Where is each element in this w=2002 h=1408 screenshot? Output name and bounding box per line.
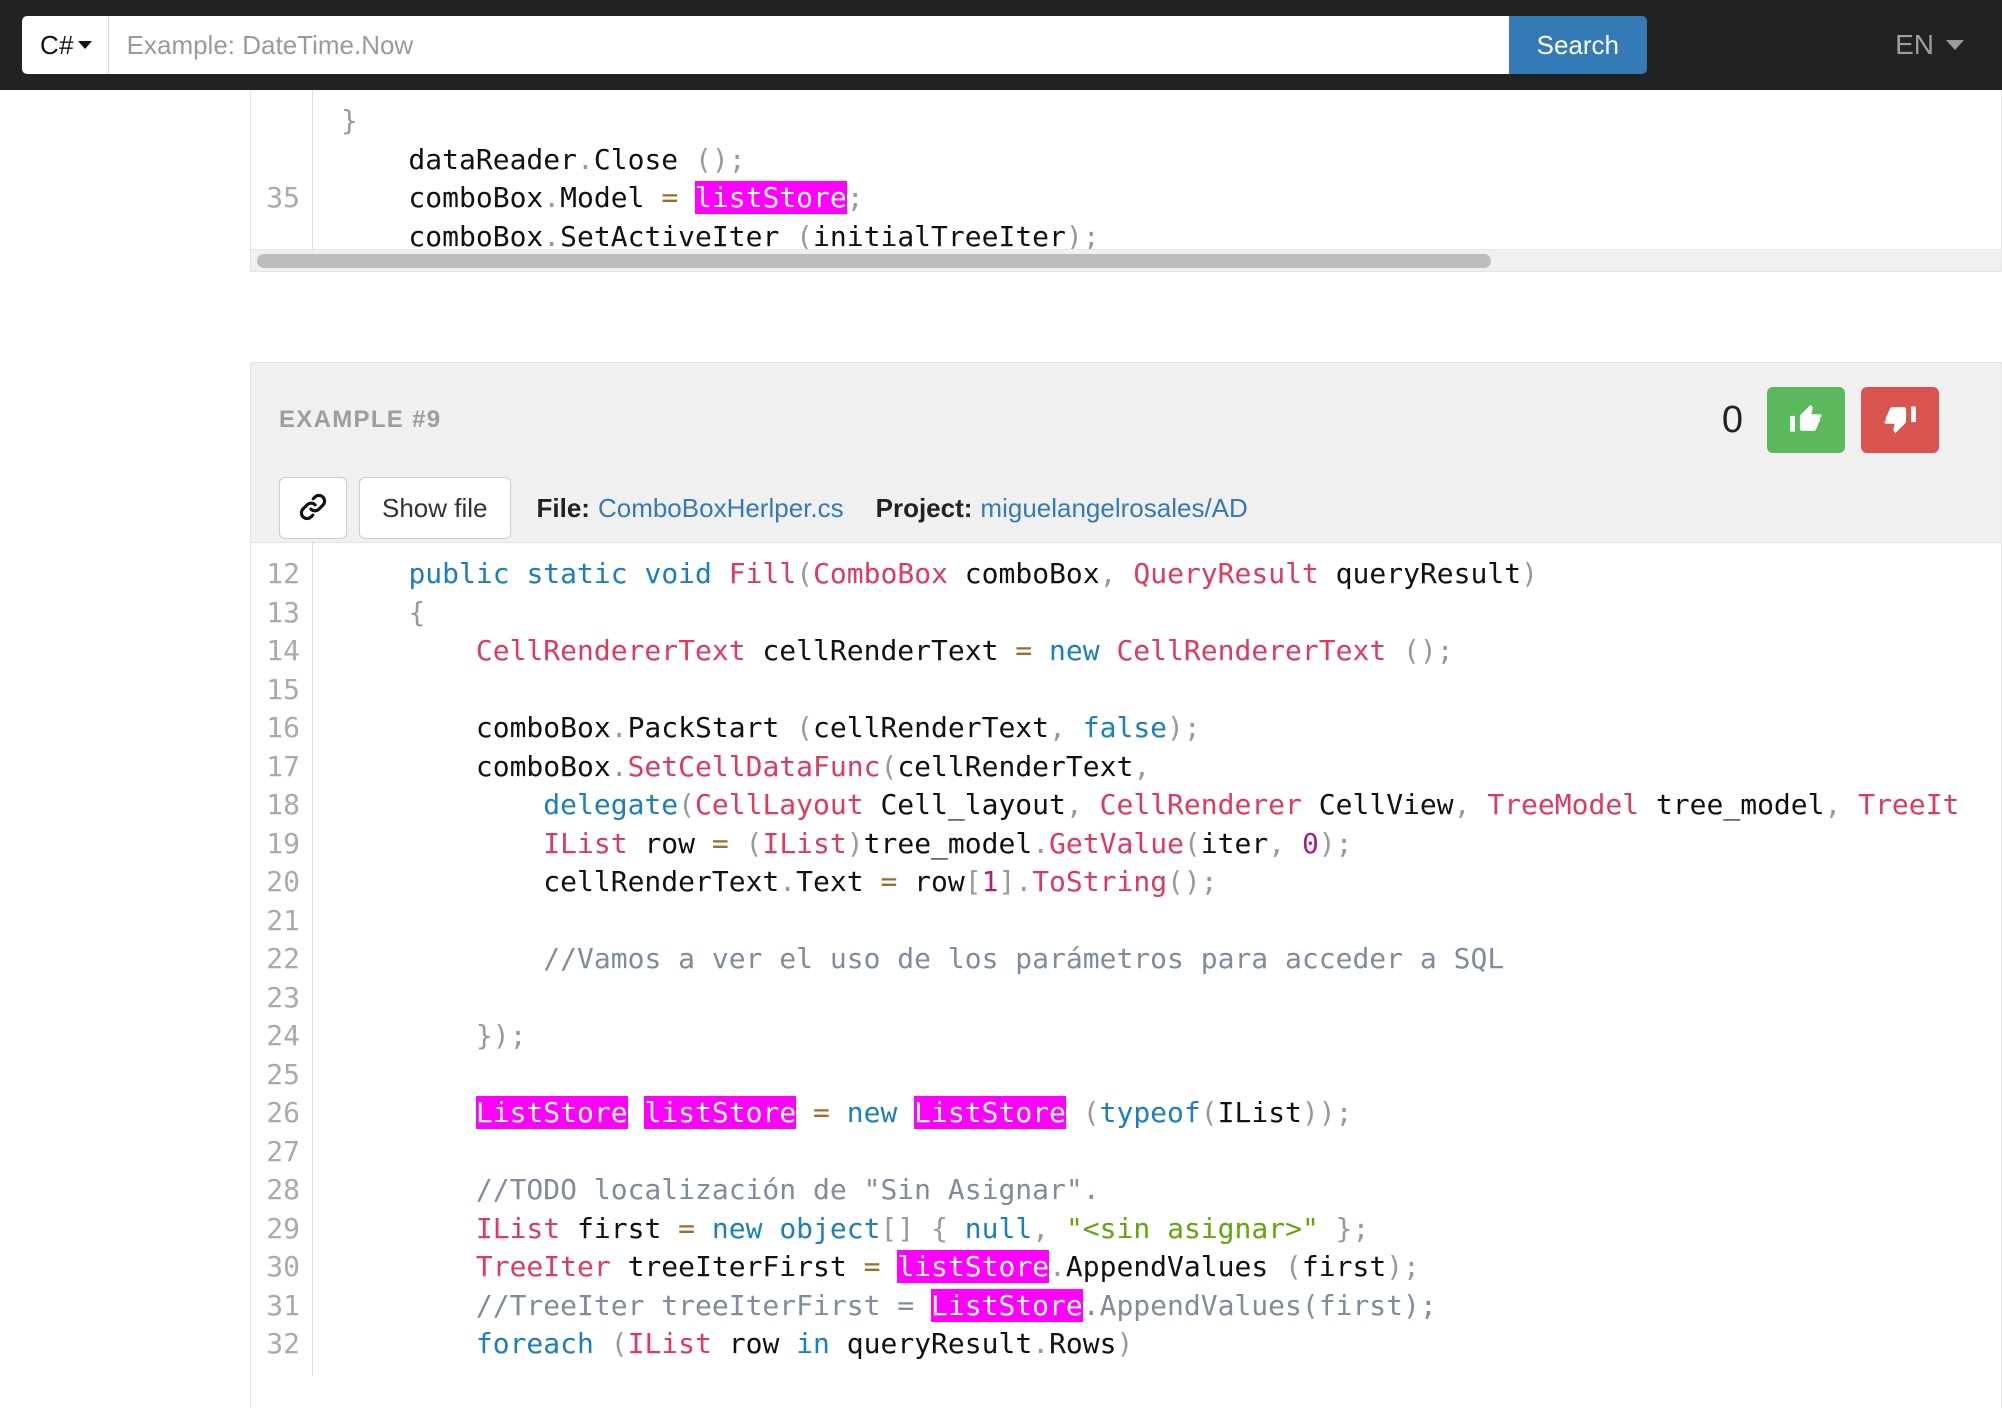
vote-area: 0 bbox=[1722, 387, 1973, 453]
chevron-down-icon bbox=[77, 41, 92, 49]
language-selector-label: C# bbox=[40, 29, 74, 60]
line-number: 21 bbox=[266, 903, 300, 937]
code-line: foreach (IList row in queryResult.Rows) bbox=[475, 1327, 1134, 1360]
top-navbar: C# Search EN bbox=[0, 0, 2002, 90]
search-input[interactable] bbox=[108, 16, 1509, 74]
line-number: 18 bbox=[266, 788, 300, 821]
line-number: 29 bbox=[266, 1211, 300, 1245]
code-line: }); bbox=[475, 1019, 527, 1052]
locale-label: EN bbox=[1895, 29, 1934, 60]
code-area: 35 36 37 38 } dataReader.Close (); combo… bbox=[251, 90, 2001, 271]
line-number: 27 bbox=[266, 1134, 300, 1168]
code-line: IList row = (IList)tree_model.GetValue(i… bbox=[543, 826, 1353, 860]
line-number: 14 bbox=[266, 634, 300, 667]
line-number: 24 bbox=[266, 1019, 300, 1052]
example-meta: File: ComboBoxHerlper.cs Project: miguel… bbox=[537, 493, 1280, 524]
code-line: public static void Fill(ComboBox comboBo… bbox=[408, 557, 1538, 590]
code-line: cellRenderText.Text = row[1].ToString(); bbox=[341, 865, 1218, 898]
code-line: comboBox.PackStart (cellRenderText, fals… bbox=[341, 711, 1201, 744]
locale-selector[interactable]: EN bbox=[1895, 29, 1980, 61]
line-number: 15 bbox=[266, 672, 300, 706]
thumbs-up-icon bbox=[1787, 400, 1825, 441]
line-number: 20 bbox=[266, 865, 300, 898]
code-line: dataReader.Close (); bbox=[341, 142, 746, 176]
code-line: delegate(CellLayout Cell_layout, CellRen… bbox=[543, 788, 1960, 821]
vote-up-button[interactable] bbox=[1767, 387, 1845, 453]
search-group: C# Search bbox=[22, 16, 1647, 74]
line-number: 19 bbox=[266, 826, 300, 860]
code-area: 12 13 14 15 16 17 18 19 20 21 22 23 24 25 26 27 28 29 30 31… bbox=[251, 543, 2001, 1376]
search-button[interactable]: Search bbox=[1508, 16, 1647, 74]
project-link[interactable]: miguelangelrosales/AD bbox=[980, 493, 1247, 524]
line-number-gutter: 12 13 14 15 16 17 18 19 20 21 22 23 24 25 26 27 28 29 30 31… bbox=[251, 543, 313, 1376]
code-line: //Vamos a ver el uso de los parámetros p… bbox=[543, 942, 1505, 975]
vote-count: 0 bbox=[1721, 398, 1743, 441]
code-line: { bbox=[408, 595, 426, 629]
line-number: 12 bbox=[266, 557, 300, 590]
code-line: TreeIter treeIterFirst = listStore.Appen… bbox=[475, 1250, 1420, 1283]
code-line: IList first = new object[] { null, "<sin… bbox=[475, 1211, 1370, 1245]
code-line: CellRendererText cellRenderText = new Ce… bbox=[475, 634, 1454, 667]
code-line: ListStore listStore = new ListStore (typ… bbox=[475, 1096, 1353, 1129]
file-link[interactable]: ComboBoxHerlper.cs bbox=[598, 493, 844, 524]
example-header-bottom-row: Show file File: ComboBoxHerlper.cs Proje… bbox=[279, 477, 1973, 539]
line-number: 35 bbox=[266, 181, 300, 214]
permalink-button[interactable] bbox=[279, 477, 347, 539]
code-line: //TreeIter treeIterFirst = ListStore.App… bbox=[475, 1288, 1437, 1322]
line-number: 17 bbox=[266, 749, 300, 783]
show-file-button[interactable]: Show file bbox=[359, 477, 511, 539]
example-header: EXAMPLE #9 0 Show file File: ComboBoxHer… bbox=[250, 362, 2002, 569]
vote-down-button[interactable] bbox=[1861, 387, 1939, 453]
project-label: Project: bbox=[875, 492, 973, 523]
horizontal-scrollbar-thumb[interactable] bbox=[257, 254, 1491, 268]
code-panel-example-9: 12 13 14 15 16 17 18 19 20 21 22 23 24 25 26 27 28 29 30 31… bbox=[250, 542, 2002, 1408]
line-number: 32 bbox=[266, 1327, 300, 1360]
line-number: 23 bbox=[266, 980, 300, 1014]
line-number: 31 bbox=[266, 1288, 300, 1322]
page-content: 35 36 37 38 } dataReader.Close (); combo… bbox=[0, 90, 2002, 1408]
horizontal-scrollbar[interactable] bbox=[251, 249, 2001, 271]
link-icon bbox=[296, 490, 330, 527]
line-number: 30 bbox=[266, 1250, 300, 1283]
line-number: 25 bbox=[266, 1057, 300, 1091]
line-number: 26 bbox=[266, 1096, 300, 1129]
line-number: 28 bbox=[266, 1173, 300, 1206]
chevron-down-icon bbox=[1946, 40, 1964, 50]
line-number: 22 bbox=[266, 942, 300, 975]
language-selector-dropdown[interactable]: C# bbox=[22, 16, 109, 74]
thumbs-down-icon bbox=[1881, 400, 1919, 441]
code-line: comboBox.SetCellDataFunc(cellRenderText, bbox=[341, 749, 1151, 783]
line-number: 16 bbox=[266, 711, 300, 744]
code-line: //TODO localización de "Sin Asignar". bbox=[475, 1173, 1100, 1206]
example-title: EXAMPLE #9 bbox=[279, 406, 442, 433]
line-number: 13 bbox=[266, 595, 300, 629]
line-number-gutter: 35 36 37 38 bbox=[251, 90, 313, 271]
code-lines[interactable]: public static void Fill(ComboBox comboBo… bbox=[313, 543, 2001, 1376]
example-header-top-row: EXAMPLE #9 0 bbox=[279, 387, 1973, 453]
file-label: File: bbox=[536, 492, 590, 523]
example-card: EXAMPLE #9 0 Show file File: ComboBoxHer… bbox=[250, 362, 2002, 569]
code-lines[interactable]: } dataReader.Close (); comboBox.Model = … bbox=[313, 90, 2001, 271]
code-panel-previous-example: 35 36 37 38 } dataReader.Close (); combo… bbox=[250, 90, 2002, 272]
code-line: comboBox.Model = listStore; bbox=[341, 181, 864, 214]
code-line: } bbox=[341, 104, 358, 137]
